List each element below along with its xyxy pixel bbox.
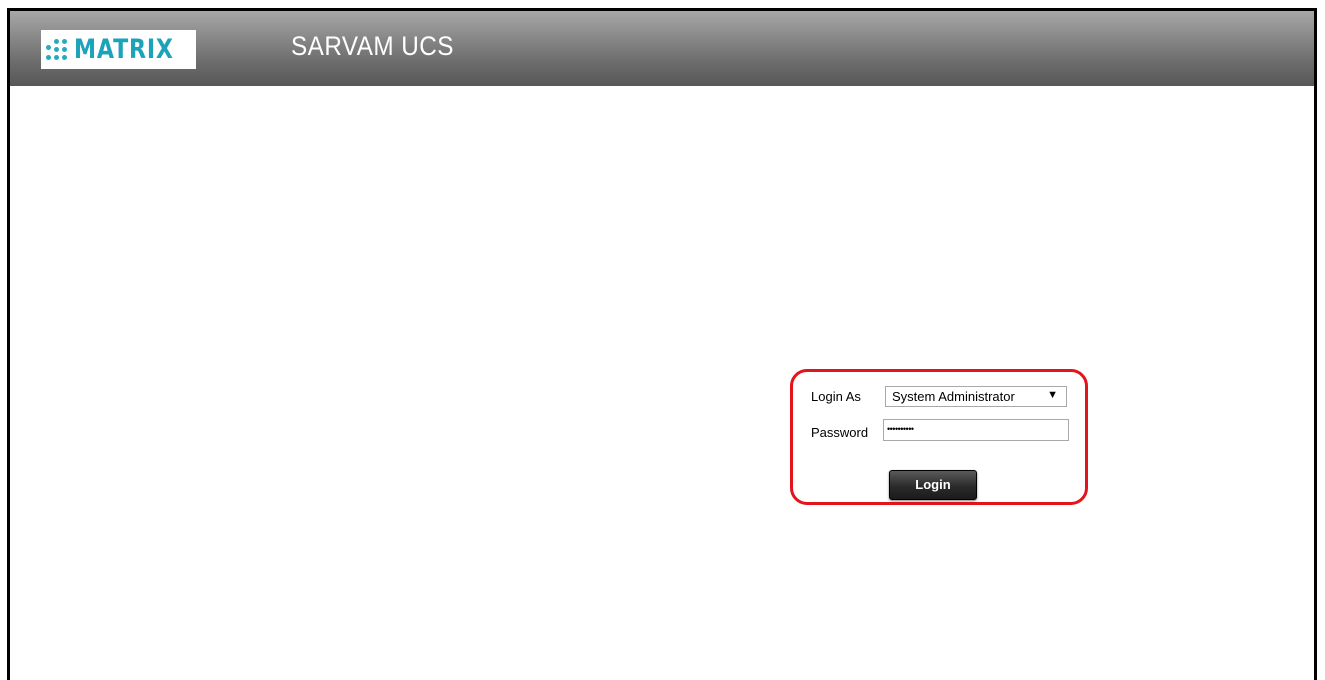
browser-frame: MATRIX SARVAM UCS Login As System Admini…	[7, 8, 1317, 680]
password-input[interactable]: ••••••••••	[883, 419, 1069, 441]
login-as-value: System Administrator	[892, 389, 1015, 404]
chevron-down-icon[interactable]: ▼	[1047, 389, 1058, 401]
matrix-logo: MATRIX	[41, 30, 196, 69]
login-as-select[interactable]: System Administrator ▼	[885, 386, 1067, 407]
login-button[interactable]: Login	[889, 470, 977, 500]
logo-text: MATRIX	[74, 34, 175, 65]
login-panel: Login As System Administrator ▼ Password…	[790, 369, 1088, 505]
dot-cluster-icon	[45, 36, 70, 64]
app-title: SARVAM UCS	[291, 31, 454, 61]
login-as-label: Login As	[811, 389, 861, 404]
password-label: Password	[811, 425, 869, 440]
top-header-bar: MATRIX SARVAM UCS	[10, 11, 1314, 86]
